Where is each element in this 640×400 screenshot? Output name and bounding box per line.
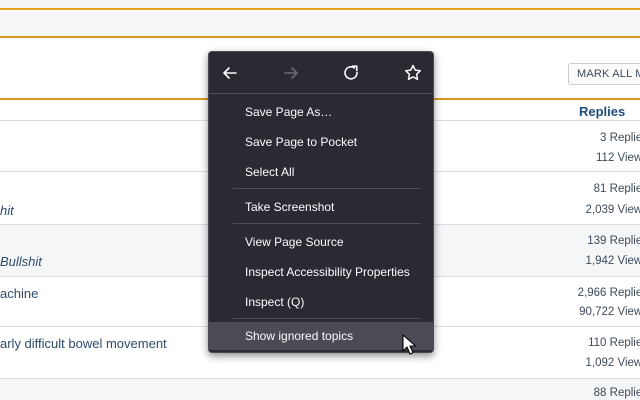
- reply-count: 88 Replies: [593, 387, 640, 399]
- context-menu: Save Page As… Save Page to Pocket Select…: [208, 51, 434, 353]
- menu-item-save-page-as[interactable]: Save Page As…: [209, 98, 433, 126]
- menu-separator: [233, 188, 421, 189]
- topic-title[interactable]: Bullshit: [0, 254, 42, 269]
- menu-item-show-ignored-topics[interactable]: Show ignored topics: [209, 322, 433, 350]
- menu-item-select-all[interactable]: Select All: [209, 158, 433, 186]
- reply-count: 139 Replies: [587, 235, 640, 247]
- topic-title[interactable]: arly difficult bowel movement: [0, 336, 167, 351]
- view-count: 1,092 Views: [585, 357, 640, 369]
- view-count: 1,942 Views: [585, 255, 640, 267]
- menu-item-inspect-accessibility[interactable]: Inspect Accessibility Properties: [209, 258, 433, 286]
- menu-item-take-screenshot[interactable]: Take Screenshot: [209, 193, 433, 221]
- topic-title[interactable]: hit: [0, 203, 14, 218]
- context-menu-navigation: [209, 52, 433, 93]
- menu-separator: [233, 223, 421, 224]
- header-divider: [0, 36, 640, 38]
- header-band: [0, 0, 640, 10]
- menu-separator: [233, 318, 421, 319]
- topic-title[interactable]: achine: [0, 286, 38, 301]
- breadcrumb-bar: [0, 12, 640, 36]
- view-count: 2,039 Views: [585, 204, 640, 216]
- mouse-pointer-icon: [402, 334, 416, 356]
- column-header-replies[interactable]: Replies: [579, 104, 625, 119]
- view-count: 90,722 Views: [579, 306, 640, 318]
- reply-count: 81 Replies: [593, 183, 640, 195]
- reply-count: 2,966 Replies: [577, 287, 640, 299]
- forward-arrow-icon[interactable]: [280, 62, 302, 84]
- mark-all-read-button[interactable]: MARK ALL M: [568, 63, 640, 85]
- menu-item-save-to-pocket[interactable]: Save Page to Pocket: [209, 128, 433, 156]
- reload-icon[interactable]: [340, 62, 362, 84]
- table-row: 88 Replies: [0, 378, 640, 400]
- menu-item-view-page-source[interactable]: View Page Source: [209, 228, 433, 256]
- view-count: 112 Views: [596, 152, 640, 164]
- bookmark-star-icon[interactable]: [402, 62, 424, 84]
- menu-separator: [209, 93, 433, 94]
- reply-count: 110 Replies: [588, 337, 640, 349]
- back-arrow-icon[interactable]: [219, 62, 241, 84]
- menu-item-inspect[interactable]: Inspect (Q): [209, 288, 433, 316]
- reply-count: 3 Replies: [600, 132, 640, 144]
